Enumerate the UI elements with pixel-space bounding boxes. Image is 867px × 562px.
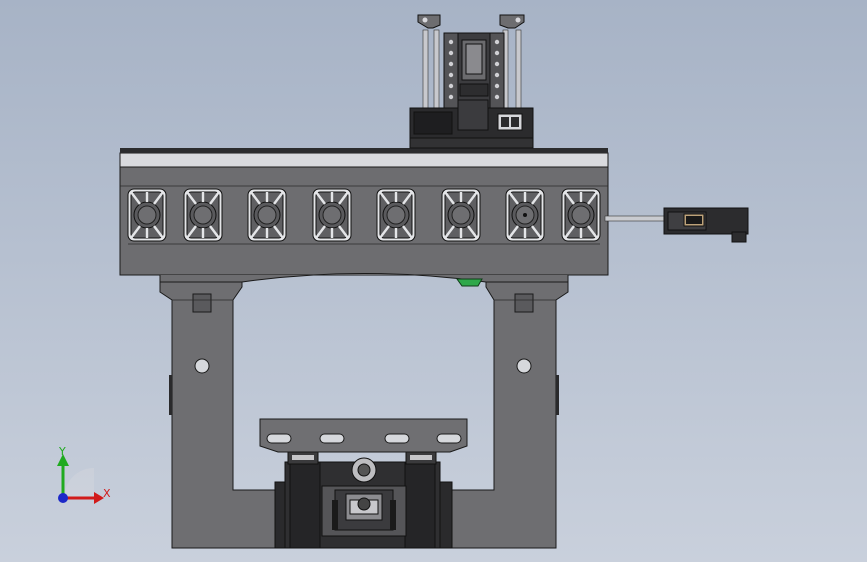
gantry-machine-drawing: Y X bbox=[57, 14, 749, 549]
bolt-hole bbox=[494, 94, 500, 100]
crossbeam-pocket bbox=[376, 188, 416, 242]
crossbeam-pocket bbox=[561, 188, 601, 242]
left-column bbox=[159, 281, 276, 549]
left-column-hole bbox=[194, 358, 210, 374]
crossbeam-pocket bbox=[505, 188, 545, 242]
base-assembly bbox=[274, 451, 453, 549]
bolt-hole bbox=[494, 50, 500, 56]
base-left-block bbox=[274, 481, 286, 549]
right-column-hole bbox=[516, 358, 532, 374]
crossbeam-pocket bbox=[441, 188, 481, 242]
table-slot bbox=[266, 433, 292, 444]
y-axis-label: Y bbox=[58, 445, 66, 458]
base-right-block bbox=[439, 481, 453, 549]
z-axis-head bbox=[409, 14, 534, 149]
right-column bbox=[451, 281, 569, 549]
table-slot bbox=[319, 433, 345, 444]
bolt-hole bbox=[494, 83, 500, 89]
ball-screw bbox=[604, 215, 668, 222]
crossbeam-pocket bbox=[247, 188, 287, 242]
work-table bbox=[259, 418, 468, 453]
bolt-hole bbox=[494, 39, 500, 45]
bolt-hole bbox=[448, 61, 454, 67]
x-axis-drive bbox=[604, 207, 749, 243]
bolt-hole bbox=[494, 61, 500, 67]
right-column-window bbox=[514, 293, 534, 313]
table-slot bbox=[436, 433, 462, 444]
z-axis-dot bbox=[58, 493, 68, 503]
table-plate bbox=[259, 418, 468, 453]
cad-viewport[interactable]: Y X bbox=[0, 0, 867, 562]
crossbeam-pocket bbox=[183, 188, 223, 242]
bolt-hole bbox=[448, 83, 454, 89]
crossbeam-top-rail bbox=[119, 152, 609, 168]
bolt-hole bbox=[448, 94, 454, 100]
bolt-hole bbox=[494, 72, 500, 78]
crossbeam bbox=[119, 148, 609, 287]
bolt-hole bbox=[448, 50, 454, 56]
crossbeam-pocket bbox=[127, 188, 167, 242]
left-guide-rod bbox=[422, 29, 429, 111]
crossbeam-pocket bbox=[312, 188, 352, 242]
bolt-hole bbox=[448, 72, 454, 78]
table-slot bbox=[384, 433, 410, 444]
coordinate-triad: Y X bbox=[57, 445, 111, 504]
bolt-hole bbox=[448, 39, 454, 45]
x-axis-label: X bbox=[103, 487, 111, 500]
left-column-window bbox=[192, 293, 212, 313]
